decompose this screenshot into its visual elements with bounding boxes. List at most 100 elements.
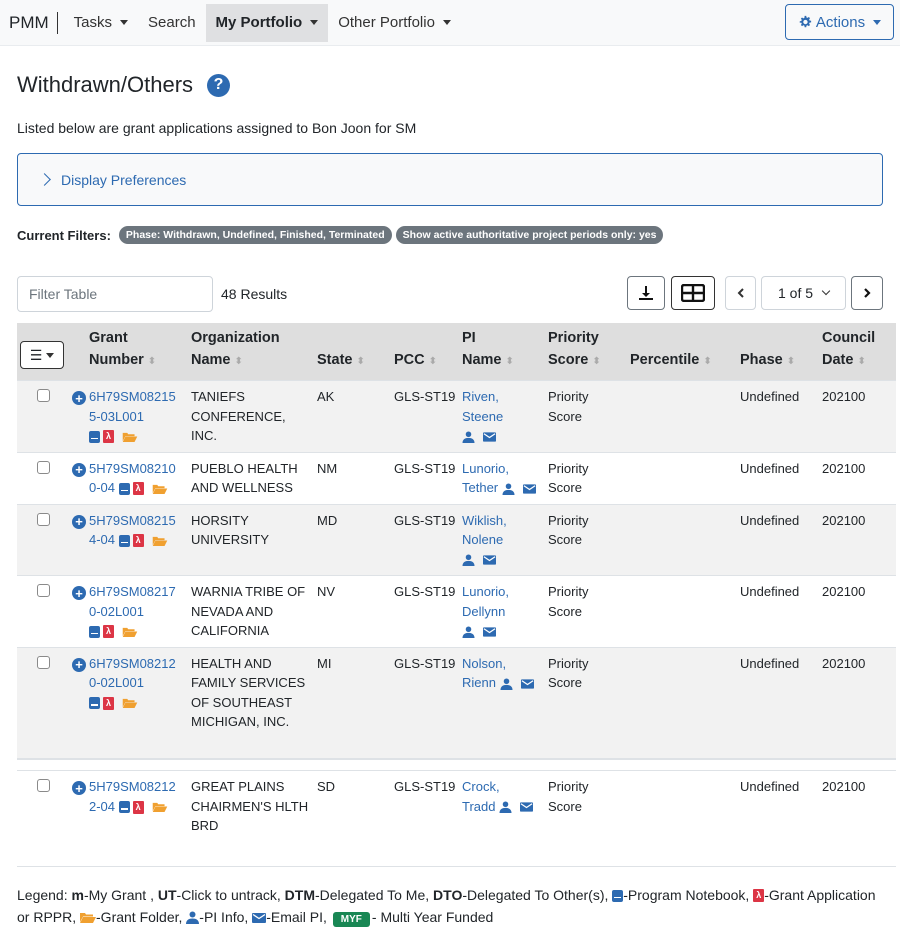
envelope-icon[interactable] [520, 678, 534, 689]
divider [17, 865, 896, 867]
nav-my-portfolio[interactable]: My Portfolio [205, 3, 329, 42]
download-button[interactable] [627, 276, 665, 310]
question-circle-icon[interactable]: ? [207, 73, 231, 97]
person-icon[interactable] [462, 554, 475, 567]
person-icon[interactable] [499, 801, 512, 814]
legend-key-dtm: DTM [284, 886, 315, 903]
header-pi-name[interactable]: PI Name ⬍ [462, 323, 548, 381]
header-pcc[interactable]: PCC ⬍ [394, 323, 462, 381]
next-page-button[interactable] [851, 276, 883, 310]
nav-tasks[interactable]: Tasks [64, 4, 138, 42]
cell-text: Wiklish, [462, 512, 507, 528]
column-menu-button[interactable]: ☰ [20, 341, 64, 369]
organization-name: GREAT PLAINS CHAIRMEN'S HLTH BRD [191, 770, 317, 852]
brand-logo[interactable]: PMM [0, 11, 58, 34]
folder-icon[interactable] [122, 432, 138, 442]
folder-icon[interactable] [122, 627, 138, 637]
grant-number-link[interactable]: 6H79SM08212 0-02L001 [89, 656, 176, 691]
legend-key-ut: UT [157, 886, 177, 903]
pi-name-link[interactable]: Lunorio, Dellynn [462, 584, 509, 619]
pdf-icon[interactable]: λ [103, 696, 114, 710]
header-percentile[interactable]: Percentile ⬍ [630, 323, 740, 381]
expand-row-icon[interactable]: + [72, 781, 86, 795]
row-checkbox[interactable] [37, 512, 50, 526]
percentile [630, 770, 740, 852]
header-council-date[interactable]: Council Date ⬍ [822, 323, 896, 381]
folder-icon[interactable] [122, 698, 138, 709]
cell-text: 0-02L001 [89, 675, 144, 690]
envelope-icon[interactable] [483, 555, 496, 565]
actions-label: Actions [815, 13, 866, 31]
notebook-icon[interactable] [118, 801, 130, 814]
table-row: +6H79SM08217 0-02L001 λ WARNIA TRIBE OF NEV… [17, 575, 896, 647]
envelope-icon[interactable] [522, 483, 536, 494]
expand-row-icon[interactable]: + [72, 586, 86, 600]
actions-button[interactable]: Actions [785, 4, 894, 40]
expand-row-icon[interactable]: + [72, 391, 86, 405]
envelope-icon[interactable] [483, 626, 496, 637]
grant-number-link[interactable]: 6H79SM08217 0-02L001 [89, 584, 176, 619]
page-select[interactable]: 1 of 5 [761, 276, 846, 310]
header-phase[interactable]: Phase ⬍ [740, 323, 822, 381]
pi-name-link[interactable]: Crock, Tradd [462, 779, 500, 814]
percentile [630, 451, 740, 504]
header-grant-number[interactable]: Grant Number ⬍ [89, 323, 191, 381]
person-icon[interactable] [462, 431, 475, 443]
pdf-icon[interactable]: λ [103, 625, 114, 639]
folder-icon[interactable] [152, 536, 168, 546]
pdf-icon[interactable]: λ [132, 800, 144, 814]
notebook-icon[interactable] [89, 625, 100, 638]
pdf-icon[interactable]: λ [103, 430, 114, 444]
pcc: GLS-ST19 [394, 503, 462, 576]
nav-search[interactable]: Search [138, 4, 206, 42]
nav-other-portfolio[interactable]: Other Portfolio [328, 4, 461, 42]
header-organization-name[interactable]: Organization Name ⬍ [191, 323, 317, 381]
pi-name-link[interactable]: Riven, Steene [462, 389, 503, 424]
previous-page-button[interactable] [725, 276, 756, 310]
legend-text: -Click to untrack, [176, 886, 281, 903]
expand-row-icon[interactable]: + [72, 657, 86, 672]
row-checkbox[interactable] [37, 460, 50, 474]
council-date: 202100 [822, 575, 896, 647]
cell-text: 5H79SM08210 [89, 460, 176, 476]
pi-name-link[interactable]: Wiklish, Nolene [462, 513, 507, 548]
notebook-icon[interactable] [118, 534, 130, 547]
person-icon[interactable] [462, 626, 475, 638]
filter-table-input[interactable] [17, 276, 213, 312]
pdf-icon[interactable]: λ [132, 534, 144, 548]
header-priority-score[interactable]: Priority Score ⬍ [548, 323, 630, 381]
legend-text: -PI Info, [199, 908, 249, 925]
folder-icon[interactable] [152, 484, 168, 494]
grant-number-link[interactable]: 6H79SM08215 5-03L001 [89, 389, 176, 424]
header-state[interactable]: State ⬍ [317, 323, 394, 381]
organization-name: WARNIA TRIBE OF NEVADA AND CALIFORNIA [191, 575, 317, 647]
notebook-icon[interactable] [89, 697, 100, 710]
notebook-icon[interactable] [89, 430, 100, 443]
header-label: Grant [89, 330, 128, 346]
pdf-icon[interactable]: λ [132, 482, 144, 496]
sort-icon: ⬍ [703, 356, 712, 367]
row-checkbox[interactable] [37, 779, 50, 792]
envelope-icon[interactable] [520, 802, 534, 812]
sort-icon: ⬍ [592, 356, 601, 367]
person-icon[interactable] [500, 678, 513, 690]
notebook-icon[interactable] [118, 482, 130, 495]
myf-badge: MYF [332, 911, 370, 927]
header-label: Organization [191, 330, 280, 346]
row-checkbox[interactable] [37, 389, 50, 402]
row-checkbox[interactable] [37, 655, 50, 669]
column-layout-button[interactable] [671, 276, 715, 310]
legend-text: -Email PI, [266, 908, 327, 925]
display-preferences-toggle[interactable]: Display Preferences [17, 153, 883, 206]
caret-down-icon [46, 352, 55, 358]
person-icon[interactable] [502, 483, 515, 495]
council-date: 202100 [822, 451, 896, 504]
row-checkbox[interactable] [37, 584, 50, 597]
folder-icon[interactable] [152, 802, 168, 813]
expand-row-icon[interactable]: + [72, 514, 86, 529]
expand-row-icon[interactable]: + [72, 462, 86, 477]
envelope-icon[interactable] [483, 431, 496, 442]
cell-text: 5-03L001 [89, 408, 144, 424]
chevron-right-icon [864, 288, 871, 298]
percentile [630, 503, 740, 576]
